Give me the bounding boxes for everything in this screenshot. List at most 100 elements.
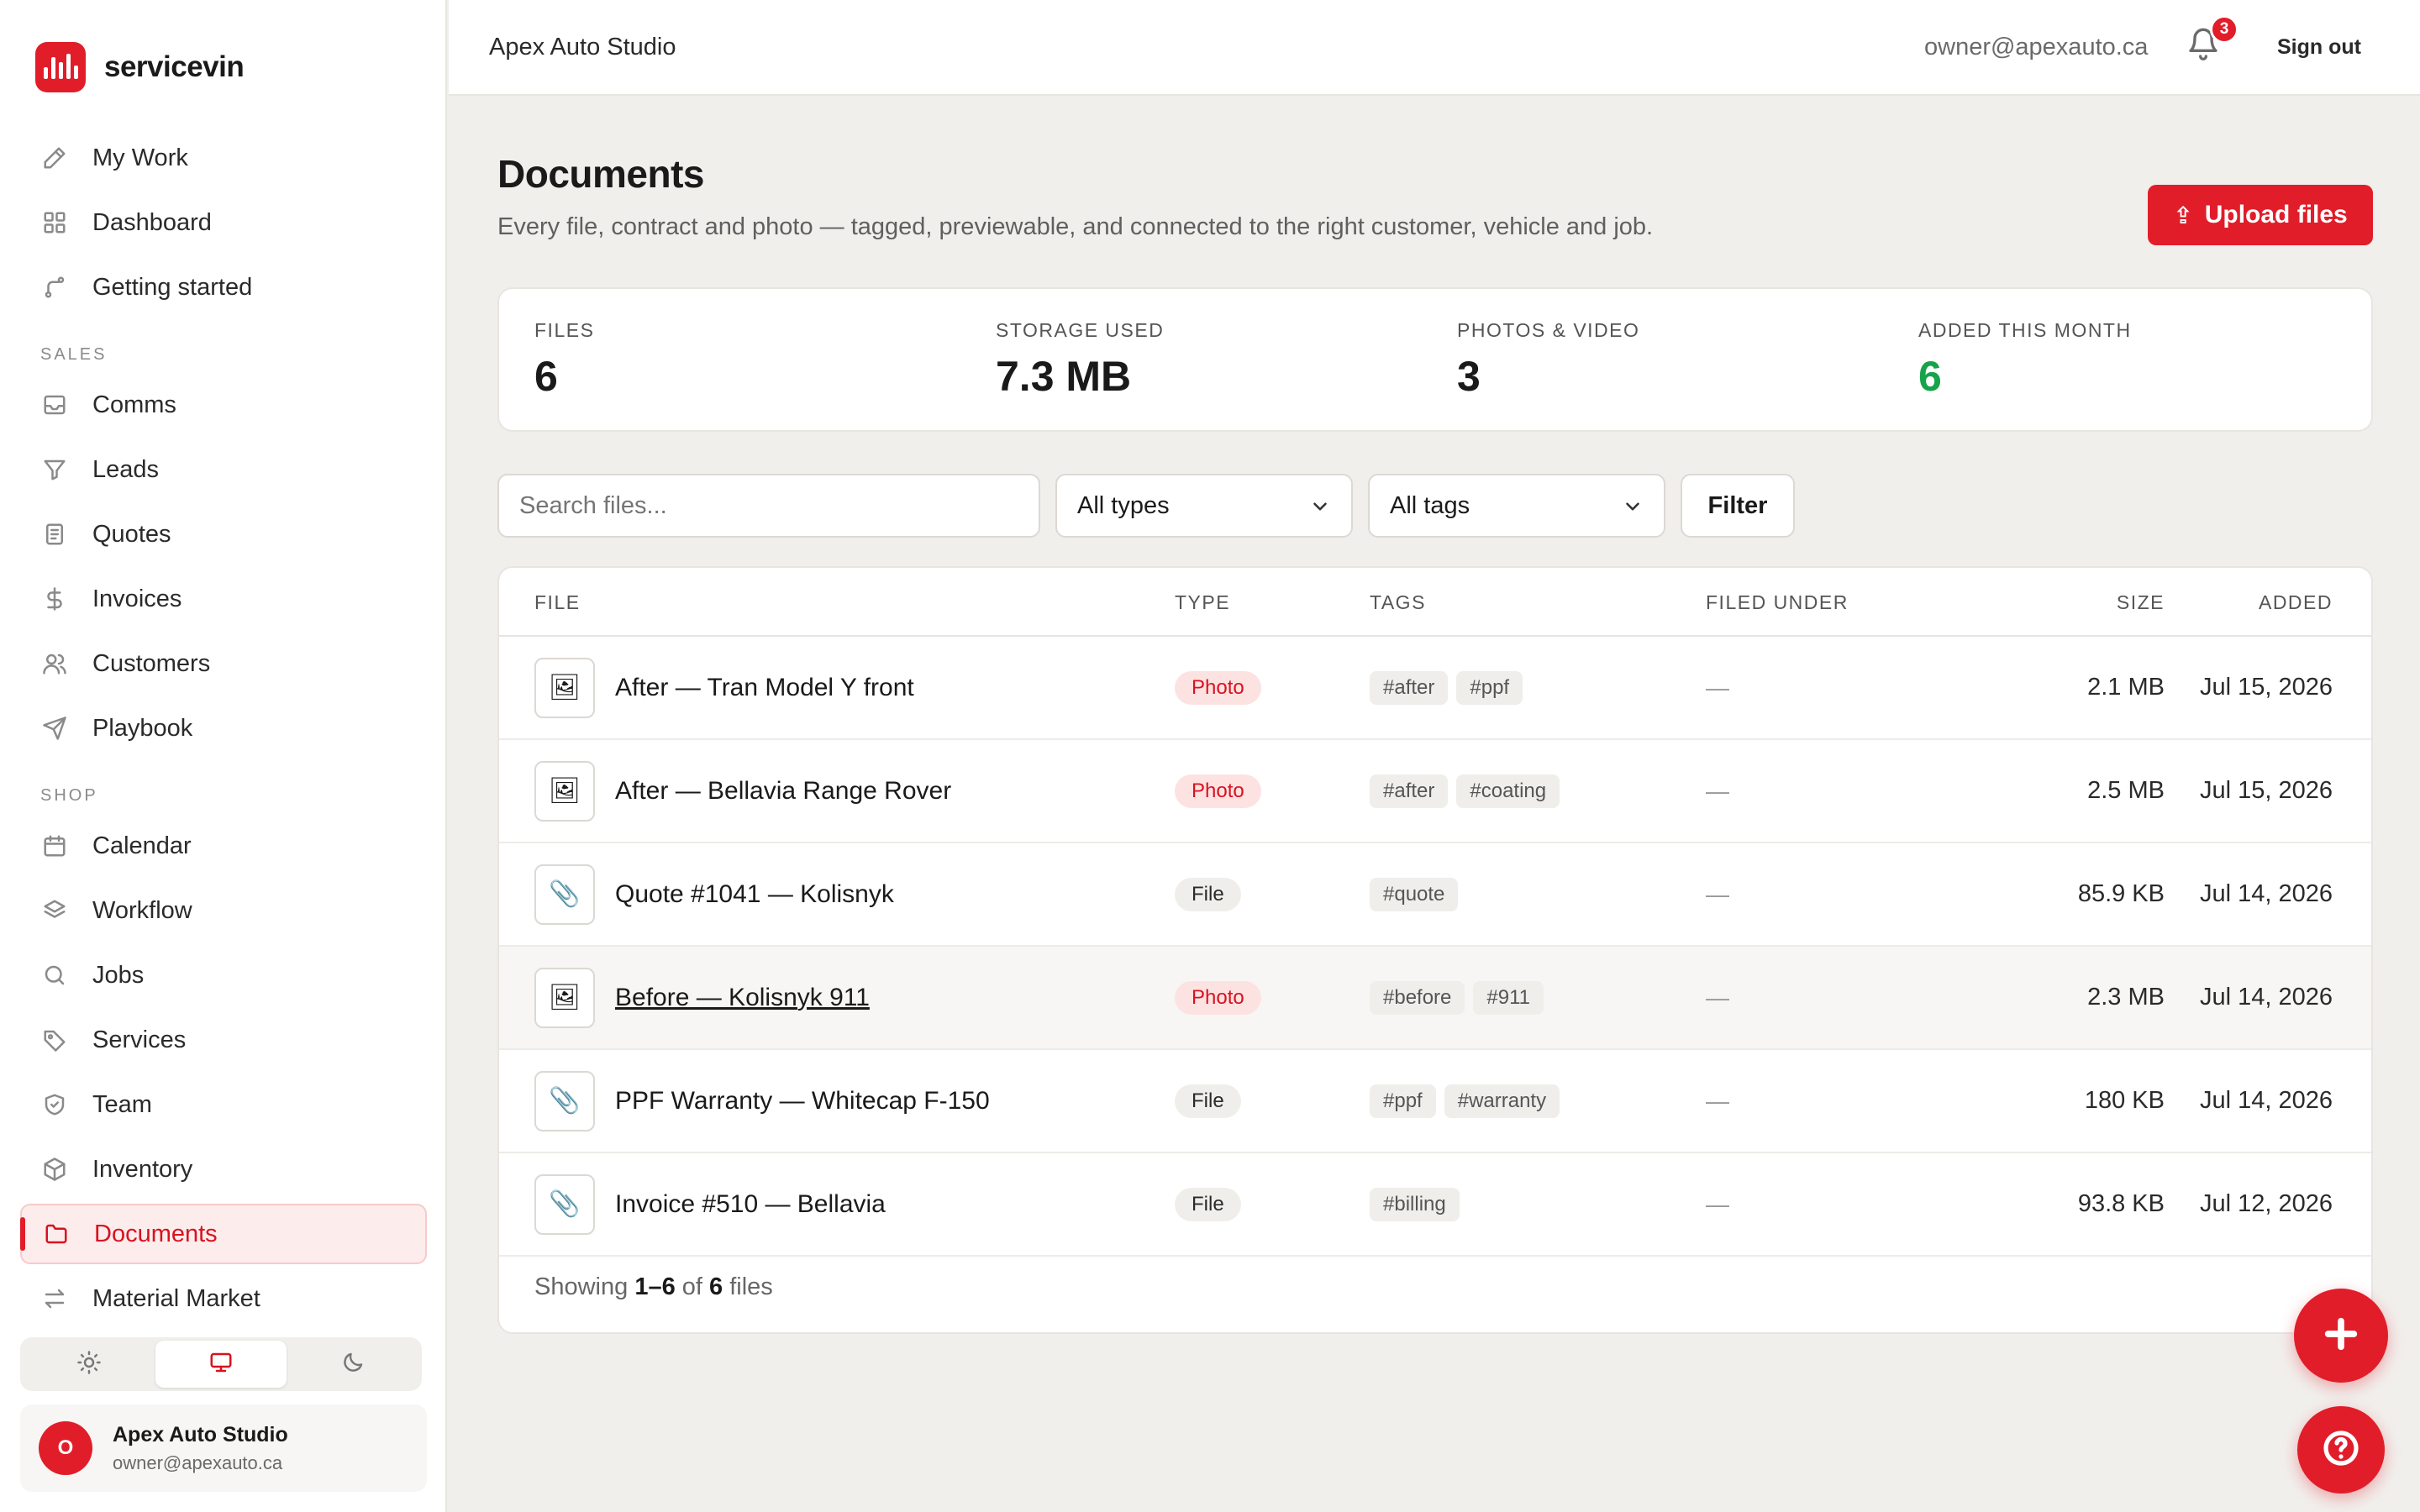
tag-chip[interactable]: #billing [1370,1187,1460,1221]
added-cell: Jul 14, 2026 [2148,1050,2333,1152]
file-cell: 🖼 After — Tran Model Y front [534,637,914,738]
sidebar-item-label: Playbook [92,714,193,742]
sidebar-item-customers[interactable]: Customers [20,633,427,694]
sidebar-item-team[interactable]: Team [20,1074,427,1135]
table-row[interactable]: 🖼 Before — Kolisnyk 911 Photo #before #9… [499,947,2371,1050]
size-cell: 85.9 KB [1996,843,2165,945]
tags-select[interactable]: All tags [1368,474,1665,538]
sidebar-item-inventory[interactable]: Inventory [20,1139,427,1200]
sidebar-item-leads[interactable]: Leads [20,439,427,500]
sidebar-item-material-market[interactable]: Material Market [20,1268,427,1329]
paperclip-icon: 📎 [534,1070,595,1131]
size-cell: 2.5 MB [1996,740,2165,842]
paperclip-icon: 📎 [534,864,595,925]
file-name-link[interactable]: Before — Kolisnyk 911 [615,984,870,1012]
tag-chip[interactable]: #coating [1456,774,1560,808]
type-cell: File [1175,1153,1241,1255]
nav-section-sales: SALES [40,345,108,364]
tag-chip[interactable]: #after [1370,774,1449,808]
search-input[interactable] [497,474,1040,538]
column-file[interactable]: FILE [534,591,581,614]
sidebar-item-dashboard[interactable]: Dashboard [20,192,427,253]
filed-under-cell: — [1706,1050,1729,1152]
sidebar-item-quotes[interactable]: Quotes [20,504,427,564]
table-row[interactable]: 🖼 After — Tran Model Y front Photo #afte… [499,637,2371,740]
stat-label: PHOTOS & VIDEO [1457,319,1640,341]
sidebar-item-label: Dashboard [92,208,212,236]
column-added[interactable]: ADDED [2207,591,2333,614]
theme-dark-button[interactable] [287,1341,418,1388]
tag-chip[interactable]: #ppf [1456,670,1523,705]
chevron-down-icon [1622,496,1644,517]
theme-system-button[interactable] [155,1341,287,1388]
tag-chip[interactable]: #before [1370,980,1465,1015]
stat-value: 6 [534,353,558,400]
nav-section-shop: SHOP [40,786,98,805]
type-cell: Photo [1175,637,1261,738]
help-button[interactable] [2297,1406,2385,1494]
stat-added-month: ADDED THIS MONTH 6 [1883,289,2344,430]
sidebar-item-label: My Work [92,144,188,171]
table-row[interactable]: 📎 PPF Warranty — Whitecap F-150 File #pp… [499,1050,2371,1153]
filter-button[interactable]: Filter [1681,474,1795,538]
footer-total: 6 [709,1273,723,1300]
table-row[interactable]: 📎 Invoice #510 — Bellavia File #billing … [499,1153,2371,1257]
upload-files-button[interactable]: ⇪ Upload files [2148,185,2373,245]
sidebar-item-label: Comms [92,391,176,418]
file-cell: 📎 PPF Warranty — Whitecap F-150 [534,1050,990,1152]
pen-icon [40,144,69,172]
sidebar: servicevin My Work Dashboard Getting sta… [0,0,447,1512]
route-icon [40,273,69,302]
tag-chip[interactable]: #quote [1370,877,1459,911]
sidebar-item-comms[interactable]: Comms [20,375,427,435]
tag-chip[interactable]: #ppf [1370,1084,1436,1118]
sidebar-item-my-work[interactable]: My Work [20,128,427,188]
added-date: Jul 14, 2026 [2199,1087,2333,1114]
column-size[interactable]: SIZE [2039,591,2165,614]
brand[interactable]: servicevin [35,42,245,92]
help-icon [2321,1428,2361,1473]
size-cell: 2.3 MB [1996,947,2165,1048]
type-badge: File [1175,1187,1241,1221]
column-tags[interactable]: TAGS [1370,591,1426,614]
sign-out-button[interactable]: Sign out [2277,35,2361,60]
file-name-link[interactable]: PPF Warranty — Whitecap F-150 [615,1087,990,1116]
sidebar-item-workflow[interactable]: Workflow [20,880,427,941]
column-type[interactable]: TYPE [1175,591,1230,614]
sidebar-item-calendar[interactable]: Calendar [20,816,427,876]
column-filed-under[interactable]: FILED UNDER [1706,591,1849,614]
table-row[interactable]: 🖼 After — Bellavia Range Rover Photo #af… [499,740,2371,843]
tags-cell: #after #ppf [1370,637,1531,738]
table-row[interactable]: 📎 Quote #1041 — Kolisnyk File #quote — 8… [499,843,2371,947]
file-name-link[interactable]: Quote #1041 — Kolisnyk [615,880,894,909]
sidebar-item-jobs[interactable]: Jobs [20,945,427,1005]
image-icon: 🖼 [534,657,595,718]
sidebar-nav: My Work Dashboard Getting started SALES … [20,128,427,1329]
add-button[interactable] [2294,1289,2388,1383]
type-badge: Photo [1175,670,1261,705]
tag-chip[interactable]: #911 [1473,980,1544,1015]
filed-under-value: — [1706,777,1729,804]
added-date: Jul 14, 2026 [2199,984,2333,1011]
sidebar-item-getting-started[interactable]: Getting started [20,257,427,318]
arrows-icon [40,1284,69,1313]
notification-badge: 3 [2210,15,2238,44]
file-name-link[interactable]: After — Bellavia Range Rover [615,777,951,806]
moon-icon [340,1350,366,1379]
tag-chip[interactable]: #warranty [1444,1084,1560,1118]
sidebar-item-playbook[interactable]: Playbook [20,698,427,759]
sidebar-item-label: Getting started [92,273,253,301]
type-cell: File [1175,843,1241,945]
file-name-link[interactable]: Invoice #510 — Bellavia [615,1190,886,1219]
type-cell: Photo [1175,947,1261,1048]
profile-card[interactable]: O Apex Auto Studio owner@apexauto.ca [20,1404,427,1492]
theme-light-button[interactable] [24,1341,155,1388]
sidebar-item-documents[interactable]: Documents [20,1204,427,1264]
sidebar-item-invoices[interactable]: Invoices [20,569,427,629]
tags-cell: #billing [1370,1153,1468,1255]
sidebar-item-services[interactable]: Services [20,1010,427,1070]
tag-chip[interactable]: #after [1370,670,1449,705]
tags-cell: #quote [1370,843,1466,945]
type-select[interactable]: All types [1055,474,1353,538]
file-name-link[interactable]: After — Tran Model Y front [615,674,914,702]
